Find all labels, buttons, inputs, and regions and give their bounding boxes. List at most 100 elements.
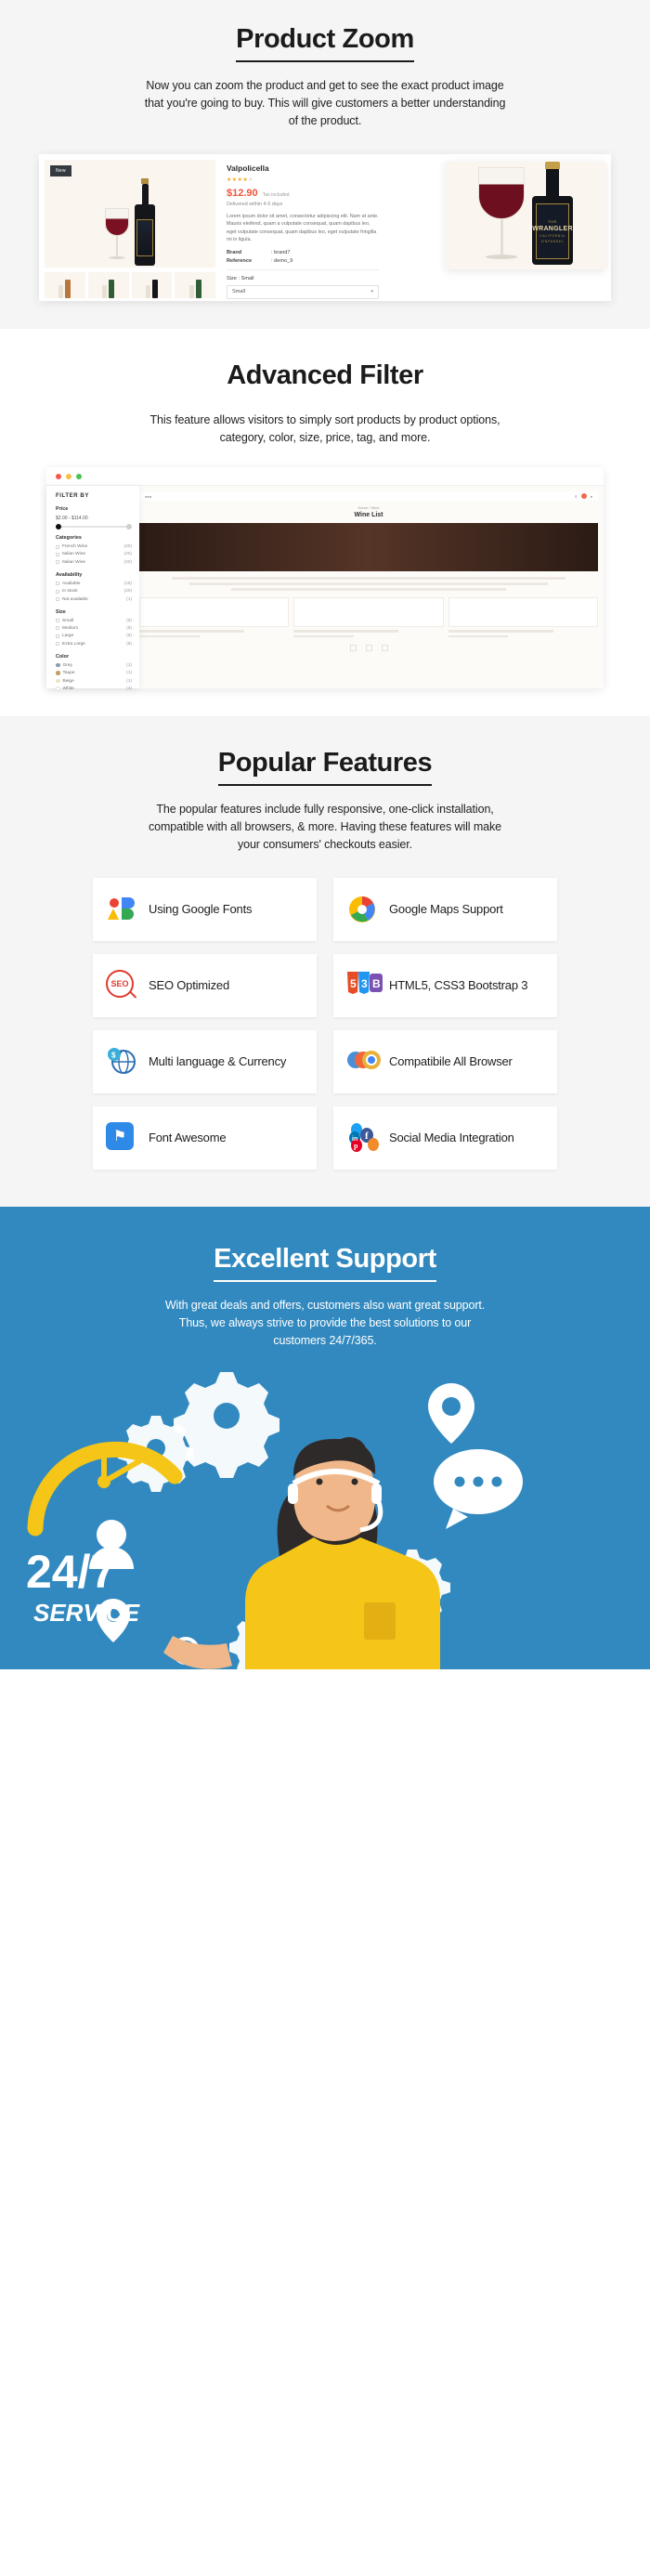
zoom-preview-area: THE WRANGLER CALIFORNIA ZINFANDEL: [386, 154, 611, 301]
price-range-slider[interactable]: [56, 524, 132, 530]
checkbox[interactable]: [56, 634, 59, 638]
filter-option-row[interactable]: White (4): [56, 686, 132, 691]
filter-option-count: (1): [126, 662, 132, 668]
thumbnail-1[interactable]: [45, 272, 85, 298]
filter-option-label: Large: [62, 634, 74, 639]
filter-option-label: Italian Wine: [62, 552, 86, 557]
checkbox[interactable]: [56, 619, 59, 623]
color-swatch[interactable]: [56, 686, 60, 691]
feature-card-html5-css3[interactable]: 5 3 B HTML5, CSS3 Bootstrap 3: [333, 954, 557, 1017]
feature-label: Font Awesome: [149, 1130, 227, 1144]
flag-glyph: ⚑: [112, 1129, 127, 1144]
filter-group-price-label: Price: [56, 506, 69, 512]
color-swatch[interactable]: [56, 662, 60, 668]
search-icon[interactable]: ⚲: [575, 494, 578, 499]
seo-magnifier-icon: SEO: [106, 970, 137, 1001]
svg-text:$: $: [111, 1052, 116, 1060]
product-main-image[interactable]: New: [45, 160, 215, 268]
size-select[interactable]: Small ▾: [227, 284, 379, 299]
checkbox[interactable]: [56, 589, 59, 594]
social-media-icon: in f p: [346, 1122, 379, 1154]
price-slider-handle-min[interactable]: [56, 524, 61, 530]
shop-topbar-actions[interactable]: ⚲ ●: [575, 493, 592, 499]
product-rating[interactable]: ★★★★★: [227, 177, 379, 183]
feature-card-all-browser[interactable]: Compatibile All Browser: [333, 1030, 557, 1093]
filter-option-row[interactable]: French Wine (20): [56, 544, 132, 549]
advanced-filter-title-wrap: Advanced Filter: [0, 360, 650, 397]
product-thumbnail-strip[interactable]: [45, 272, 215, 298]
gear-icon: [174, 1372, 280, 1478]
filter-option-row[interactable]: Beige (1): [56, 679, 132, 684]
checkbox[interactable]: [56, 544, 59, 549]
feature-card-multi-language[interactable]: $ Multi language & Currency: [93, 1030, 317, 1093]
filter-option-row[interactable]: Grey (1): [56, 663, 132, 668]
checkbox[interactable]: [56, 560, 59, 565]
rating-filled-stars: ★★★★: [227, 177, 249, 183]
filter-panel-heading: FILTER BY: [56, 493, 89, 499]
color-swatch[interactable]: [56, 678, 60, 684]
cart-icon[interactable]: [580, 493, 587, 499]
product-description: Lorem ipsum dolor sit amet, consectetur …: [227, 214, 379, 243]
filter-option-row[interactable]: Medium (6): [56, 626, 132, 631]
filter-option-row[interactable]: Italian Wine (20): [56, 560, 132, 565]
checkbox[interactable]: [56, 552, 59, 556]
divider: [227, 268, 379, 270]
filter-option-label: White: [62, 686, 74, 691]
page-title-product-zoom: Product Zoom: [236, 24, 414, 62]
svg-text:5: 5: [350, 977, 357, 990]
popular-features-description: The popular features include fully respo…: [148, 803, 502, 851]
bottle-label-line2: WRANGLER: [532, 226, 573, 232]
filter-option-row[interactable]: Large (6): [56, 634, 132, 638]
checkbox[interactable]: [56, 626, 59, 631]
filter-option-label: Medium: [62, 625, 79, 631]
filter-option-row[interactable]: Available (15): [56, 582, 132, 586]
checkbox[interactable]: [56, 597, 59, 602]
feature-card-seo[interactable]: SEO SEO Optimized: [93, 954, 317, 1017]
price-row: $12.90 Tax included: [227, 188, 379, 199]
price-slider-handle-max[interactable]: [126, 524, 132, 530]
filter-option-label: Small: [62, 618, 73, 623]
filter-option-count: (20): [124, 544, 132, 549]
color-swatch[interactable]: [56, 671, 60, 675]
feature-card-social-media[interactable]: in f p Social Media Integration: [333, 1106, 557, 1170]
thumbnail-4[interactable]: [175, 272, 215, 298]
feature-card-google-maps[interactable]: Google Maps Support: [333, 878, 557, 941]
shop-topbar: ●●● ⚲ ●: [139, 491, 598, 501]
product-card[interactable]: [293, 597, 444, 637]
product-card[interactable]: [139, 597, 290, 637]
filter-option-row[interactable]: Extra Large (6): [56, 642, 132, 647]
filter-option-row[interactable]: Not available (1): [56, 597, 132, 602]
checkbox[interactable]: [56, 582, 59, 586]
thumbnail-3[interactable]: [131, 272, 173, 298]
filter-option-row[interactable]: Italian Wine (20): [56, 552, 132, 556]
feature-card-font-awesome[interactable]: ⚑ Font Awesome: [93, 1106, 317, 1170]
filter-option-row[interactable]: In stock (20): [56, 589, 132, 594]
close-icon[interactable]: [56, 473, 61, 479]
shop-logo[interactable]: ●●●: [145, 494, 151, 499]
globe-currency-icon: $: [106, 1046, 137, 1078]
pagination[interactable]: [139, 645, 598, 651]
support-illustration: 24/7 SERVICE: [0, 1372, 650, 1669]
product-card[interactable]: [448, 597, 598, 637]
delivery-note: Delivered within 4-5 days: [227, 202, 283, 207]
feature-label: Google Maps Support: [389, 901, 503, 916]
filter-option-row[interactable]: Taupe (1): [56, 671, 132, 675]
user-icon[interactable]: ●: [591, 494, 592, 499]
section-product-zoom: Product Zoom Now you can zoom the produc…: [0, 0, 650, 329]
page-1[interactable]: [349, 645, 357, 651]
bottle-label-line4: ZINFANDEL: [540, 240, 565, 243]
feature-card-google-fonts[interactable]: Using Google Fonts: [93, 878, 317, 941]
product-grid: [139, 597, 598, 637]
zoomed-wine-bottle: THE WRANGLER CALIFORNIA ZINFANDEL: [532, 162, 573, 266]
checkbox[interactable]: [56, 642, 59, 647]
excellent-support-description: With great deals and offers, customers a…: [164, 1299, 486, 1347]
filter-option-row[interactable]: Small (6): [56, 619, 132, 623]
breadcrumb[interactable]: Home / Wine: [139, 505, 598, 510]
minimize-icon[interactable]: [66, 473, 72, 479]
page-3[interactable]: [381, 645, 388, 651]
thumbnail-2[interactable]: [87, 272, 129, 298]
filter-option-count: (20): [124, 552, 132, 557]
maximize-icon[interactable]: [76, 473, 82, 479]
page-2[interactable]: [365, 645, 372, 651]
shop-content-area: ●●● ⚲ ● Home / Wine Wine List: [134, 486, 604, 688]
